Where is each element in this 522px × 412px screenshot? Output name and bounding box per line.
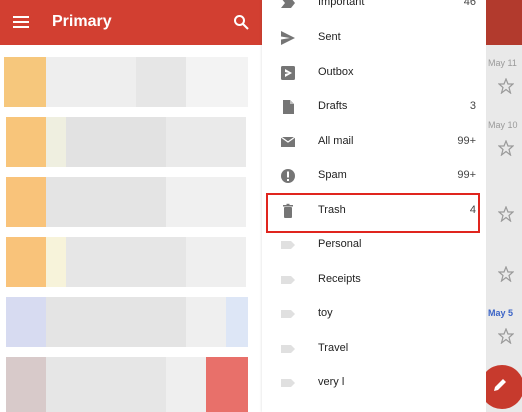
label-icon bbox=[281, 241, 295, 249]
label-icon bbox=[281, 276, 295, 284]
list-item[interactable] bbox=[0, 357, 262, 412]
spam-icon bbox=[281, 169, 295, 183]
drawer-item-important[interactable]: Important 46 bbox=[262, 0, 486, 20]
drawer-item-label: Sent bbox=[318, 31, 341, 43]
star-icon[interactable] bbox=[498, 78, 514, 94]
drawer-item-toy[interactable]: toy bbox=[262, 297, 486, 331]
drawer-item-label: toy bbox=[318, 307, 333, 319]
drawer-item-label: Personal bbox=[318, 238, 362, 250]
menu-icon[interactable] bbox=[13, 16, 29, 28]
star-icon[interactable] bbox=[498, 206, 514, 222]
drawer-item-label: Outbox bbox=[318, 66, 354, 78]
date-label: May 5 bbox=[488, 308, 514, 318]
send-icon bbox=[281, 31, 295, 45]
drawer-item-count: 3 bbox=[469, 100, 476, 112]
drawer-item-label: Drafts bbox=[318, 100, 348, 112]
drawer-item-spam[interactable]: Spam 99+ bbox=[262, 159, 486, 193]
drawer-item-receipts[interactable]: Receipts bbox=[262, 263, 486, 297]
drawer-item-label: Important bbox=[318, 0, 365, 8]
label-icon bbox=[281, 345, 295, 353]
pixelated-email-list bbox=[0, 45, 262, 412]
drawer-item-outbox[interactable]: Outbox bbox=[262, 56, 486, 90]
drawer-item-travel[interactable]: Travel bbox=[262, 332, 486, 366]
list-item[interactable] bbox=[0, 117, 262, 167]
outbox-icon bbox=[281, 66, 295, 80]
drawer-item-all-mail[interactable]: All mail 99+ bbox=[262, 125, 486, 159]
draft-icon bbox=[283, 100, 294, 114]
star-icon[interactable] bbox=[498, 266, 514, 282]
date-label: May 11 bbox=[488, 58, 517, 68]
pencil-icon bbox=[494, 379, 506, 391]
compose-fab[interactable] bbox=[480, 365, 522, 409]
date-label: May 10 bbox=[488, 120, 518, 130]
drawer-item-count: 99+ bbox=[457, 169, 476, 181]
drawer-item-sent[interactable]: Sent bbox=[262, 21, 486, 55]
drawer-item-label: Travel bbox=[318, 342, 349, 354]
trash-highlight-box bbox=[266, 193, 480, 233]
drawer-item-count: 99+ bbox=[457, 135, 476, 147]
app-bar: Primary bbox=[0, 0, 262, 45]
label-icon bbox=[281, 379, 295, 387]
drawer-item-label: Spam bbox=[318, 169, 347, 181]
drawer-item-count: 46 bbox=[463, 0, 476, 8]
star-icon[interactable] bbox=[498, 328, 514, 344]
search-icon[interactable] bbox=[233, 14, 249, 30]
drawer-item-label: Receipts bbox=[318, 273, 361, 285]
page-title: Primary bbox=[52, 13, 112, 30]
important-icon bbox=[281, 0, 295, 8]
drawer-item-personal[interactable]: Personal bbox=[262, 228, 486, 262]
mail-icon bbox=[280, 136, 296, 147]
inbox-panel: Primary bbox=[0, 0, 262, 412]
label-icon bbox=[281, 310, 295, 318]
drawer-item-drafts[interactable]: Drafts 3 bbox=[262, 90, 486, 124]
drawer-item-very-l[interactable]: very l bbox=[262, 366, 486, 400]
list-item[interactable] bbox=[0, 177, 262, 227]
drawer-item-label: very l bbox=[318, 376, 345, 388]
star-icon[interactable] bbox=[498, 140, 514, 156]
list-item[interactable] bbox=[0, 57, 262, 107]
list-item[interactable] bbox=[0, 237, 262, 287]
list-item[interactable] bbox=[0, 297, 262, 347]
app-screen: Primary May 11 May 10 May 5 Important 46… bbox=[0, 0, 522, 412]
drawer-item-label: All mail bbox=[318, 135, 354, 147]
